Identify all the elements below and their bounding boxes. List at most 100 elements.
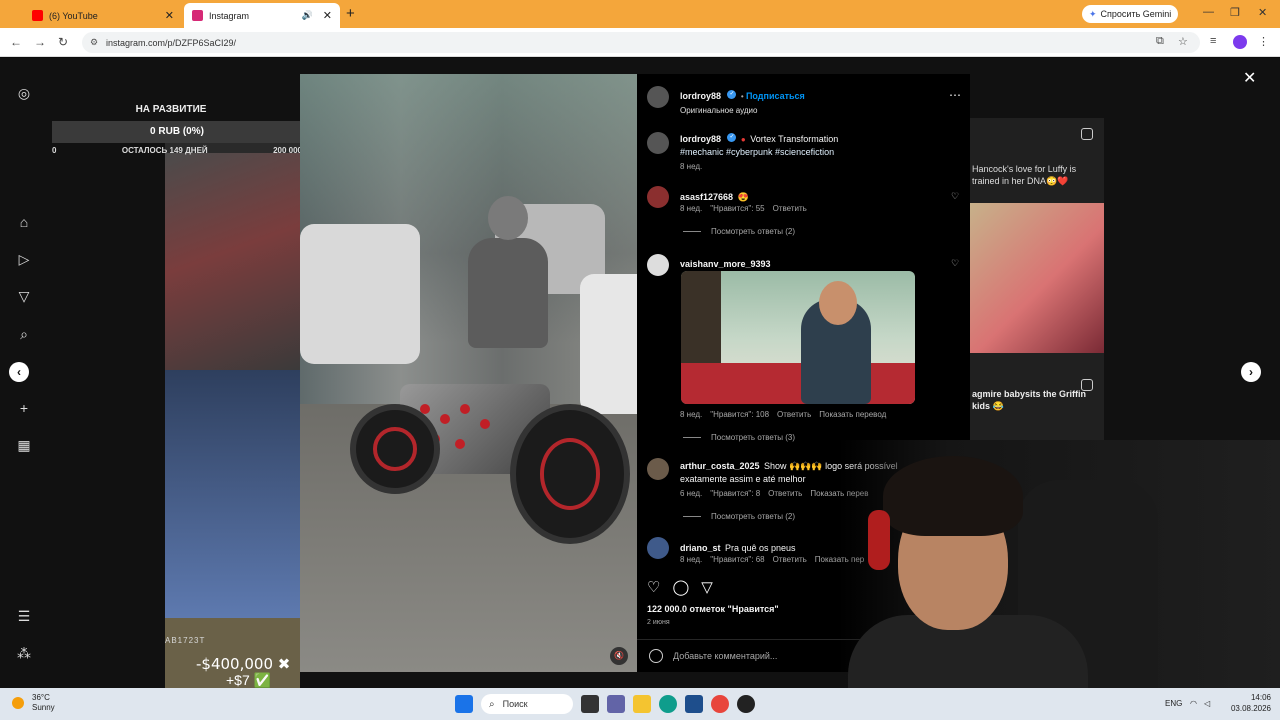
- clock-time: 14:06: [1250, 693, 1271, 702]
- site-info-icon[interactable]: ⚙: [90, 37, 98, 48]
- tab-youtube[interactable]: (6) YouTube ✕: [24, 3, 182, 28]
- send-icon[interactable]: ▽: [15, 287, 33, 305]
- language-indicator[interactable]: ENG: [1165, 699, 1182, 708]
- comment-username[interactable]: vaishanv_more_9393: [680, 259, 771, 269]
- wifi-icon[interactable]: ◠: [1190, 699, 1197, 708]
- more-options-icon[interactable]: ⋯: [949, 88, 961, 102]
- install-app-icon[interactable]: ⧉: [1156, 35, 1164, 48]
- reading-list-icon[interactable]: ≡: [1210, 35, 1216, 47]
- meta-icon[interactable]: ⁂: [15, 644, 33, 662]
- like-comment-icon[interactable]: ♡: [951, 191, 959, 202]
- like-comment-icon[interactable]: ♡: [951, 258, 959, 269]
- chrome-icon[interactable]: [711, 695, 729, 713]
- reply-button[interactable]: Ответить: [777, 410, 811, 419]
- emoji-icon[interactable]: [649, 649, 663, 663]
- comment-username[interactable]: driano_st: [680, 543, 721, 553]
- caption-username[interactable]: lordroy88: [680, 134, 721, 144]
- forward-icon[interactable]: →: [34, 35, 46, 49]
- previous-post-icon[interactable]: ‹: [9, 362, 29, 382]
- ask-gemini-button[interactable]: ✦ Спросить Gemini: [1082, 5, 1179, 23]
- comment-likes: "Нравится": 8: [710, 489, 761, 498]
- ask-gemini-label: Спросить Gemini: [1100, 9, 1172, 19]
- tab-instagram[interactable]: Instagram 🔊 ✕: [184, 3, 340, 28]
- back-icon[interactable]: ←: [10, 35, 22, 49]
- close-post-icon[interactable]: ✕: [1243, 68, 1256, 88]
- comment-username[interactable]: asasf127668: [680, 192, 733, 202]
- comment-image[interactable]: [681, 271, 915, 404]
- author-avatar[interactable]: [647, 132, 669, 154]
- reply-button[interactable]: Ответить: [773, 204, 807, 213]
- minimize-icon[interactable]: —: [1203, 6, 1214, 18]
- comment-icon[interactable]: ◯: [672, 578, 689, 596]
- follow-button[interactable]: Подписаться: [746, 91, 805, 101]
- view-replies-button[interactable]: Посмотреть ответы (2): [683, 512, 795, 521]
- system-clock[interactable]: 14:06 03.08.2026: [1227, 692, 1271, 714]
- weather-widget[interactable]: 36°C Sunny: [12, 693, 55, 713]
- speaker-icon[interactable]: 🔊: [302, 10, 313, 21]
- file-explorer-icon[interactable]: [633, 695, 651, 713]
- tab-strip: (6) YouTube ✕ Instagram 🔊 ✕ + ✦ Спросить…: [0, 0, 1280, 28]
- rider-image: [468, 238, 548, 348]
- view-replies-button[interactable]: Посмотреть ответы (3): [683, 433, 795, 442]
- start-icon[interactable]: [455, 695, 473, 713]
- sun-icon: [12, 697, 24, 709]
- stats-icon[interactable]: ▦: [15, 436, 33, 454]
- search-icon: ⌕: [489, 698, 495, 710]
- donation-min: 0: [52, 146, 57, 155]
- profile-avatar-icon[interactable]: [1233, 35, 1247, 49]
- instagram-favicon-icon: [192, 10, 203, 21]
- view-replies-button[interactable]: Посмотреть ответы (2): [683, 227, 795, 236]
- donation-progress-bar: 0 RUB (0%): [52, 121, 302, 143]
- caption-hashtags[interactable]: #mechanic #cyberpunk #sciencefiction: [680, 146, 950, 158]
- front-wheel-image: [510, 404, 630, 544]
- comment-username[interactable]: arthur_costa_2025: [680, 461, 760, 471]
- task-view-icon[interactable]: [581, 695, 599, 713]
- commenter-avatar[interactable]: [647, 186, 669, 208]
- share-icon[interactable]: ▽: [701, 578, 713, 596]
- maximize-icon[interactable]: ❐: [1230, 6, 1240, 19]
- url-bar[interactable]: ⚙ instagram.com/p/DZFP6SaCI29/: [82, 32, 1200, 53]
- search-icon[interactable]: ⌕: [15, 325, 33, 343]
- comment-likes: "Нравится": 108: [710, 410, 770, 419]
- show-translation-button[interactable]: Показать перевод: [819, 410, 886, 419]
- commenter-avatar[interactable]: [647, 537, 669, 559]
- taskbar: 36°C Sunny ⌕ Поиск ENG ◠ ◁ 14:06 03.08.2…: [0, 688, 1280, 720]
- store-icon[interactable]: [685, 695, 703, 713]
- like-icon[interactable]: ♡: [647, 578, 660, 596]
- likes-count[interactable]: 122 000.0 отметок "Нравится": [647, 604, 779, 614]
- mute-toggle-icon[interactable]: 🔇: [610, 647, 628, 665]
- author-username[interactable]: lordroy88: [680, 91, 721, 101]
- next-post-icon[interactable]: ›: [1241, 362, 1261, 382]
- create-icon[interactable]: +: [15, 399, 33, 417]
- comment-age: 6 нед.: [680, 489, 703, 498]
- taskbar-search[interactable]: ⌕ Поиск: [481, 694, 573, 714]
- verified-badge-icon: ✓: [727, 133, 737, 143]
- bookmark-star-icon[interactable]: ☆: [1178, 35, 1188, 48]
- reels-icon[interactable]: ▷: [15, 250, 33, 268]
- teams-icon[interactable]: [607, 695, 625, 713]
- reply-button[interactable]: Ответить: [773, 555, 807, 564]
- tab-close-icon[interactable]: ✕: [323, 9, 332, 22]
- reply-button[interactable]: Ответить: [768, 489, 802, 498]
- motorcycle-image: [340, 196, 630, 544]
- commenter-avatar[interactable]: [647, 458, 669, 480]
- volume-icon[interactable]: ◁: [1204, 699, 1210, 708]
- close-window-icon[interactable]: ✕: [1258, 6, 1267, 19]
- gemini-icon: ✦: [1089, 8, 1097, 19]
- commenter-avatar[interactable]: [647, 254, 669, 276]
- home-icon[interactable]: ⌂: [15, 213, 33, 231]
- background-image: [165, 153, 300, 373]
- tab-close-icon[interactable]: ✕: [165, 9, 174, 22]
- author-avatar[interactable]: [647, 86, 669, 108]
- edge-icon[interactable]: [659, 695, 677, 713]
- audio-label[interactable]: Оригинальное аудио: [680, 106, 805, 115]
- post-video[interactable]: [300, 74, 637, 672]
- reel-badge-icon: [1081, 379, 1093, 391]
- app-icon[interactable]: [737, 695, 755, 713]
- instagram-icon[interactable]: ◎: [15, 84, 33, 102]
- new-tab-icon[interactable]: +: [346, 5, 355, 22]
- browser-menu-icon[interactable]: ⋮: [1258, 35, 1269, 48]
- menu-icon[interactable]: ☰: [15, 607, 33, 625]
- background-caption: -$400,000 ✖: [196, 655, 291, 673]
- reload-icon[interactable]: ↻: [58, 35, 68, 49]
